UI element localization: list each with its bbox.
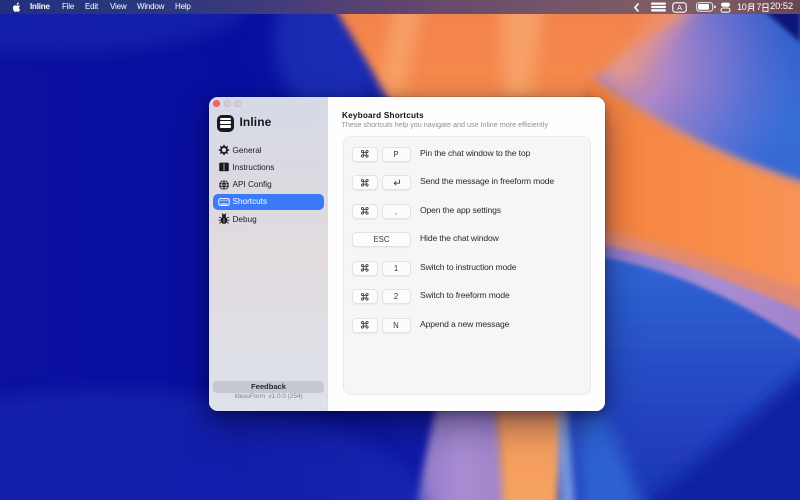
svg-text:A: A — [677, 3, 682, 12]
